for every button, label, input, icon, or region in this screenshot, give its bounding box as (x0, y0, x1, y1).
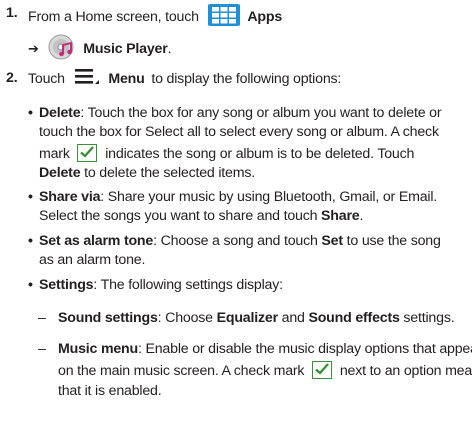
text: mark (39, 146, 70, 162)
term: Share via (39, 189, 101, 205)
term: Settings (39, 277, 94, 293)
term: Sound effects (308, 310, 400, 326)
line: as an alarm tone. (39, 251, 145, 270)
text: next to an option means (339, 363, 472, 379)
text: : Share your music by using Bluetooth, G… (100, 189, 438, 205)
text: : Touch the box for any song or album yo… (80, 105, 442, 121)
apps-grid-icon (207, 4, 240, 32)
term: Set (321, 233, 343, 249)
line: Delete to delete the selected items. (39, 164, 255, 183)
check-mark-icon (77, 144, 98, 162)
text: . (359, 208, 364, 224)
menu-label: Menu (108, 71, 145, 87)
step-1-line-2: ➔ Music Player. (28, 34, 172, 66)
line: Settings: The following settings display… (39, 276, 283, 295)
arrow-icon: ➔ (28, 42, 39, 57)
apps-label: Apps (247, 9, 283, 25)
term: Delete (39, 165, 81, 181)
text: : Choose a song and touch (153, 233, 322, 249)
text: to use the song (342, 233, 441, 249)
music-player-label: Music Player (83, 41, 168, 57)
step-number: 1. (6, 5, 18, 21)
dash: – (38, 341, 46, 357)
step-1-line-1: From a Home screen, touch Apps (28, 4, 282, 32)
bullet: • (28, 233, 33, 249)
text: : The following settings display: (93, 277, 283, 293)
term: Share (321, 208, 360, 224)
check-mark-icon (312, 361, 333, 379)
line: that it is enabled. (58, 382, 162, 401)
line: touch the box for Select all to select e… (39, 123, 439, 142)
term: Sound settings (58, 310, 158, 326)
step-text: From a Home screen, touch (28, 9, 199, 25)
term: Delete (39, 105, 81, 121)
period: . (167, 41, 172, 57)
text: : Enable or disable the music display op… (138, 341, 472, 357)
step-text: Touch (28, 71, 65, 87)
text: on the main music screen. A check mark (58, 363, 305, 379)
line: Delete: Touch the box for any song or al… (39, 104, 442, 123)
text: Select the songs you want to share and t… (39, 208, 322, 224)
line: mark indicates the song or album is to b… (39, 144, 414, 164)
bullet: • (28, 277, 33, 293)
step-2-line: Touch Menu to display the following opti… (28, 69, 341, 91)
bullet: • (28, 189, 33, 205)
text: indicates the song or album is to be del… (105, 146, 415, 162)
bullet: • (28, 105, 33, 121)
text: as an alarm tone. (39, 252, 146, 268)
text: settings. (399, 310, 455, 326)
line: Sound settings: Choose Equalizer and Sou… (58, 309, 455, 328)
line: Share via: Share your music by using Blu… (39, 188, 437, 207)
term: Set as alarm tone (39, 233, 154, 249)
text: touch the box for Select all to select e… (39, 124, 439, 140)
line: Music menu: Enable or disable the music … (58, 340, 472, 359)
line: on the main music screen. A check mark n… (58, 361, 472, 381)
dash: – (38, 310, 46, 326)
text: : Choose (157, 310, 217, 326)
text: to delete the selected items. (80, 165, 255, 181)
step-number: 2. (6, 70, 18, 86)
text: that it is enabled. (58, 383, 162, 399)
line: Select the songs you want to share and t… (39, 207, 363, 226)
term: Music menu (58, 341, 138, 357)
step-text: to display the following options: (151, 71, 342, 87)
text: and (277, 310, 309, 326)
menu-icon (74, 69, 99, 91)
line: Set as alarm tone: Choose a song and tou… (39, 232, 441, 251)
term: Equalizer (216, 310, 278, 326)
music-player-icon (48, 34, 74, 66)
